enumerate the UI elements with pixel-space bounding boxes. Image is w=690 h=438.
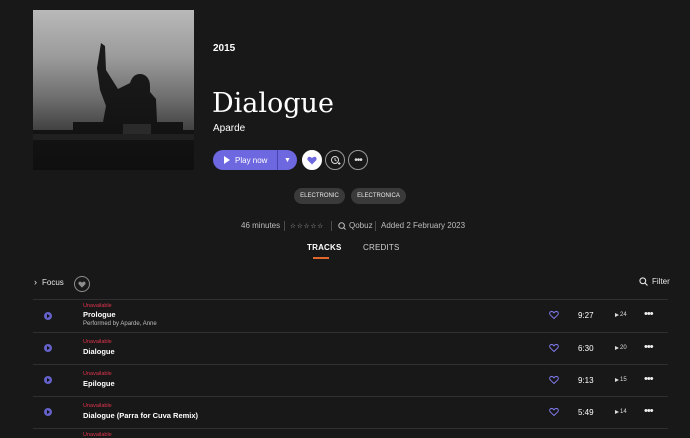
album-year: 2015: [213, 43, 236, 54]
track-more-button[interactable]: •••: [644, 405, 654, 417]
play-count-value: 20: [620, 345, 627, 351]
filter-button[interactable]: Filter: [639, 277, 670, 286]
album-cover: [33, 10, 194, 170]
play-count-value: 24: [620, 312, 627, 318]
album-duration: 46 minutes: [241, 221, 281, 230]
play-icon: [47, 410, 50, 414]
track-title: Dialogue: [83, 347, 115, 356]
play-icon: [47, 346, 50, 350]
added-date: Added 2 February 2023: [381, 221, 466, 230]
play-icon: [47, 314, 50, 318]
add-to-playlist-icon: [330, 155, 340, 165]
track-duration: 9:13: [578, 376, 594, 385]
more-icon: •••: [644, 341, 654, 353]
track-title: Epilogue: [83, 379, 115, 388]
play-icon: [615, 378, 619, 382]
play-icon: [47, 378, 50, 382]
focus-label: Focus: [42, 277, 64, 287]
track-play-count: 20: [615, 345, 627, 351]
heart-icon[interactable]: [549, 343, 559, 353]
more-icon: •••: [354, 154, 362, 166]
track-title: Dialogue (Parra for Cuva Remix): [83, 411, 199, 420]
heart-icon[interactable]: [549, 407, 559, 417]
track-status: Unavailable: [83, 432, 112, 438]
track-play-button[interactable]: [44, 312, 52, 320]
meta-divider: [375, 221, 376, 231]
focus-toggle[interactable]: › Focus: [34, 277, 64, 287]
play-icon: [224, 156, 230, 164]
play-count-value: 14: [620, 409, 627, 415]
track-play-count: 14: [615, 409, 627, 415]
genre-tag-electronic[interactable]: ELECTRONIC: [294, 188, 345, 204]
genre-tag-electronica[interactable]: ELECTRONICA: [351, 188, 406, 204]
track-status: Unavailable: [83, 403, 112, 409]
track-play-button[interactable]: [44, 376, 52, 384]
more-icon: •••: [644, 373, 654, 385]
play-now-button[interactable]: Play now: [213, 150, 277, 170]
more-icon: •••: [644, 405, 654, 417]
track-status: Unavailable: [83, 371, 112, 377]
qobuz-icon: [338, 221, 346, 230]
active-tab-underline: [313, 257, 329, 259]
track-more-button[interactable]: •••: [644, 308, 654, 320]
album-cover-art: [33, 43, 194, 170]
filter-label: Filter: [652, 277, 670, 286]
meta-divider: [331, 221, 332, 231]
track-duration: 5:49: [578, 408, 594, 417]
track-status: Unavailable: [83, 339, 112, 345]
track-title: Prologue: [83, 310, 116, 319]
track-play-button[interactable]: [44, 408, 52, 416]
track-row[interactable]: Unavailable Dialogue 6:30 20 •••: [33, 333, 668, 365]
play-icon: [615, 346, 619, 350]
play-options-dropdown[interactable]: ▼: [278, 157, 297, 164]
favorite-button[interactable]: [302, 150, 322, 170]
track-play-count: 15: [615, 377, 627, 383]
play-icon: [615, 410, 619, 414]
more-icon: •••: [644, 308, 654, 320]
track-row[interactable]: Unavailable Prologue Performed by Aparde…: [33, 300, 668, 332]
play-now-label: Play now: [235, 155, 268, 165]
tab-credits[interactable]: CREDITS: [363, 243, 400, 252]
more-options-button[interactable]: •••: [348, 150, 368, 170]
track-duration: 6:30: [578, 344, 594, 353]
search-icon: [639, 277, 648, 286]
album-artist-link[interactable]: Aparde: [213, 123, 245, 134]
play-icon: [615, 313, 619, 317]
rating-stars[interactable]: ☆☆☆☆☆: [290, 222, 324, 230]
focus-favorites-button[interactable]: [74, 276, 90, 292]
track-row[interactable]: Unavailable Dialogue (Parra for Cuva Rem…: [33, 397, 668, 429]
row-divider: [33, 428, 668, 429]
track-performer: Performed by Aparde, Anne: [83, 321, 157, 327]
play-now-split-button: Play now ▼: [213, 150, 297, 170]
heart-icon: [78, 281, 86, 288]
chevron-down-icon: ▼: [284, 156, 291, 164]
track-play-button[interactable]: [44, 344, 52, 352]
tab-tracks[interactable]: TRACKS: [307, 243, 342, 252]
add-to-playlist-button[interactable]: [325, 150, 345, 170]
heart-icon[interactable]: [549, 310, 559, 320]
label-name: Qobuz: [349, 221, 373, 230]
meta-divider: [284, 221, 285, 231]
track-duration: 9:27: [578, 311, 594, 320]
track-more-button[interactable]: •••: [644, 373, 654, 385]
track-more-button[interactable]: •••: [644, 341, 654, 353]
heart-icon[interactable]: [549, 375, 559, 385]
chevron-right-icon: ›: [34, 277, 37, 287]
play-count-value: 15: [620, 377, 627, 383]
track-play-count: 24: [615, 312, 627, 318]
heart-icon: [307, 156, 317, 164]
track-status: Unavailable: [83, 303, 112, 309]
label-link[interactable]: Qobuz: [338, 221, 373, 230]
album-title: Dialogue: [212, 88, 334, 119]
track-row[interactable]: Unavailable Epilogue 9:13 15 •••: [33, 365, 668, 397]
